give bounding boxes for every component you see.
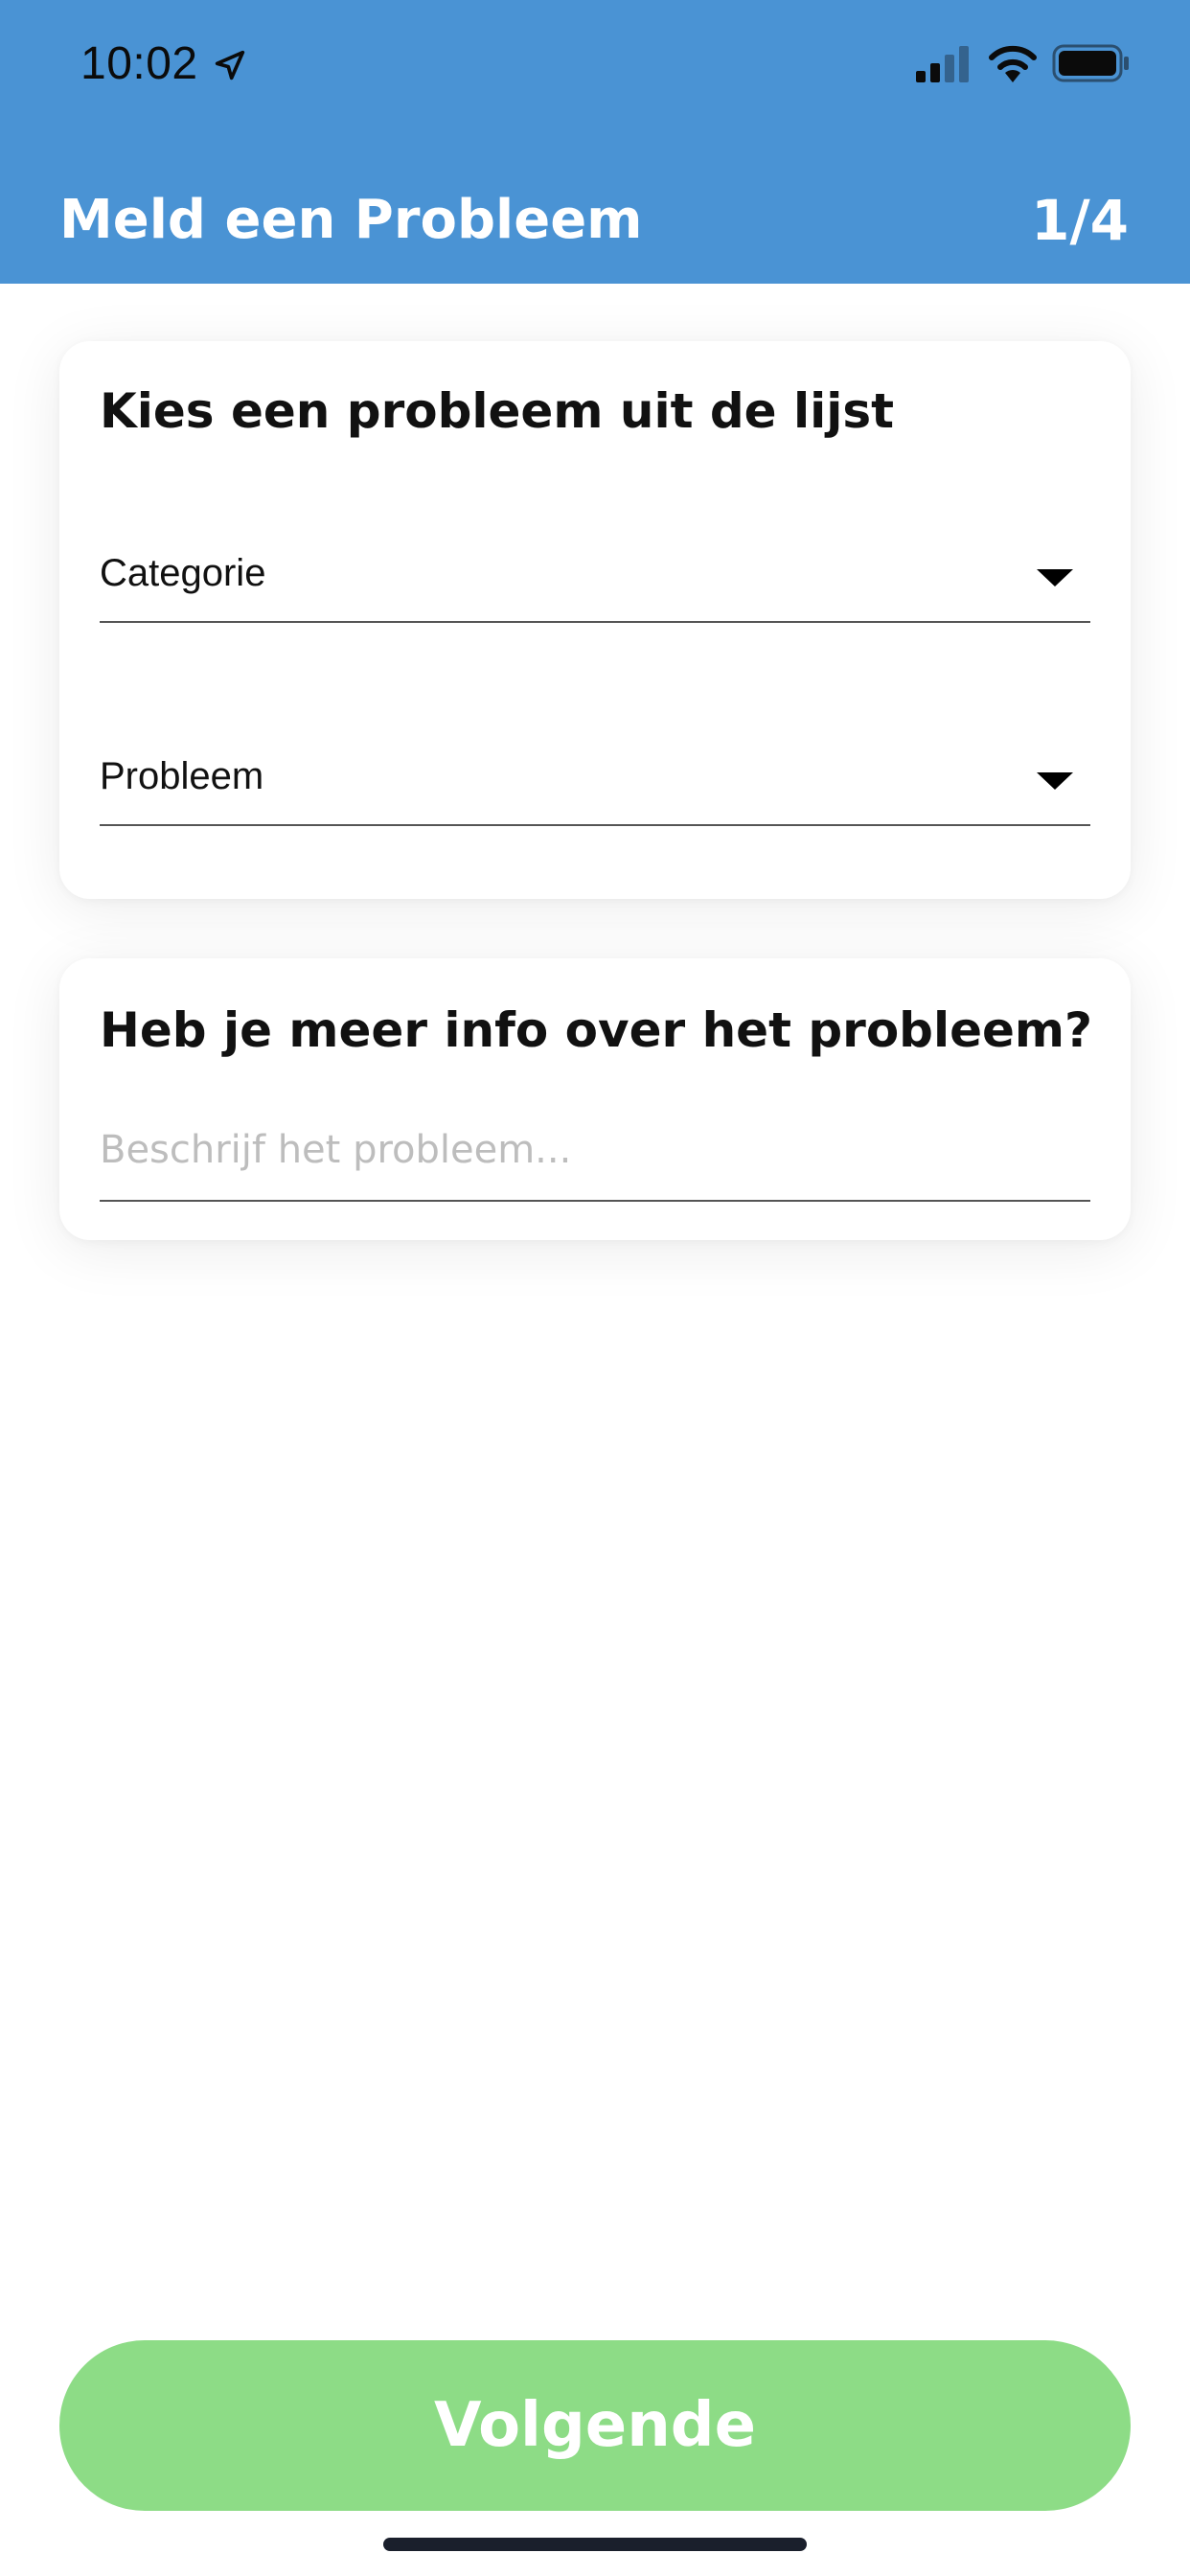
caret-down-icon: [1037, 569, 1073, 586]
problem-dropdown-label: Probleem: [100, 755, 264, 797]
battery-icon: [1052, 44, 1129, 82]
cellular-signal-icon: [916, 46, 969, 82]
status-time: 10:02: [80, 38, 198, 89]
category-dropdown[interactable]: Categorie: [100, 533, 1090, 623]
app-header: 10:02 Meld een Probleem 1/4: [0, 0, 1190, 284]
more-info-card: Heb je meer info over het probleem?: [59, 958, 1131, 1240]
wifi-icon: [989, 45, 1037, 82]
problem-select-card: Kies een probleem uit de lijst Categorie…: [59, 341, 1131, 899]
problem-select-title: Kies een probleem uit de lijst: [100, 383, 895, 439]
location-arrow-icon: [215, 50, 245, 80]
next-button[interactable]: Volgende: [59, 2340, 1131, 2511]
category-dropdown-label: Categorie: [100, 552, 266, 594]
home-indicator: [383, 2538, 807, 2551]
caret-down-icon: [1037, 772, 1073, 790]
page-title: Meld een Probleem: [59, 189, 643, 251]
problem-dropdown[interactable]: Probleem: [100, 736, 1090, 826]
step-counter: 1/4: [1031, 188, 1129, 253]
description-input[interactable]: [100, 1100, 1090, 1202]
more-info-title: Heb je meer info over het probleem?: [100, 1002, 1093, 1058]
